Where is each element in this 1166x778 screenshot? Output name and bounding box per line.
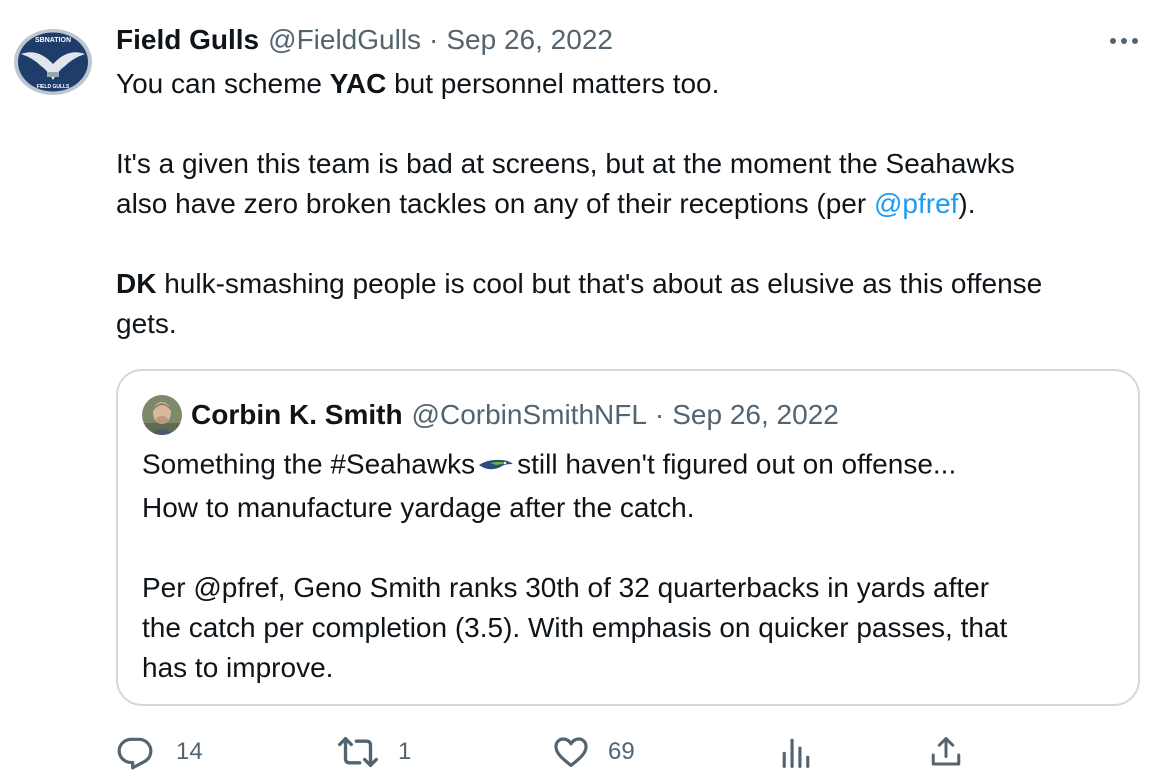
views-button[interactable] xyxy=(780,730,812,774)
share-icon xyxy=(931,737,961,766)
tweet-date[interactable]: Sep 26, 2022 xyxy=(446,24,613,56)
author-name[interactable]: Field Gulls xyxy=(116,24,259,56)
tweet-paragraph-3: DK hulk-smashing people is cool but that… xyxy=(116,268,1043,339)
author-handle[interactable]: @FieldGulls xyxy=(268,24,421,56)
retweet-button[interactable]: 1 xyxy=(338,730,411,774)
views-icon xyxy=(782,738,810,768)
quoted-line-1: Something the #Seahawks still haven't fig… xyxy=(142,444,1122,528)
more-options-button[interactable] xyxy=(1107,28,1141,54)
quoted-header-separator: · xyxy=(654,399,665,430)
quoted-author-avatar[interactable] xyxy=(142,395,182,435)
avatar-logo-bottom-text: FIELD GULLS xyxy=(37,84,70,90)
like-icon xyxy=(554,737,588,768)
quoted-tweet[interactable]: Corbin K. Smith @CorbinSmithNFL · Sep 26… xyxy=(116,369,1140,706)
tweet-header: Field Gulls @FieldGulls · Sep 26, 2022 xyxy=(116,22,613,58)
tweet-text: You can scheme YAC but personnel matters… xyxy=(116,64,1156,344)
author-avatar[interactable]: SBNATION FIELD GULLS xyxy=(13,28,93,96)
retweet-count: 1 xyxy=(398,738,412,765)
quoted-paragraph-2: Per @pfref, Geno Smith ranks 30th of 32 … xyxy=(142,572,1008,683)
tweet-paragraph-2: It's a given this team is bad at screens… xyxy=(116,148,1015,219)
retweet-icon xyxy=(338,737,378,767)
like-count: 69 xyxy=(608,738,635,765)
quoted-author-name[interactable]: Corbin K. Smith xyxy=(191,399,403,431)
reply-button[interactable]: 14 xyxy=(116,730,203,774)
seahawks-emoji-icon xyxy=(478,444,514,484)
mention-pfref[interactable]: @pfref xyxy=(874,188,958,219)
quoted-tweet-date[interactable]: Sep 26, 2022 xyxy=(672,399,839,431)
quoted-tweet-text: Something the #Seahawks still haven't fig… xyxy=(142,444,1122,688)
more-icon xyxy=(1110,38,1138,44)
quoted-author-handle[interactable]: @CorbinSmithNFL xyxy=(412,399,647,431)
action-bar: 14 1 69 xyxy=(116,730,1116,774)
tweet-paragraph-1: You can scheme YAC but personnel matters… xyxy=(116,68,720,99)
reply-icon xyxy=(117,737,153,770)
reply-count: 14 xyxy=(176,738,203,765)
share-button[interactable] xyxy=(928,730,964,774)
avatar-logo-top-text: SBNATION xyxy=(35,37,71,44)
bold-dk: DK xyxy=(116,268,157,299)
bold-yac: YAC xyxy=(329,68,387,99)
like-button[interactable]: 69 xyxy=(552,730,635,774)
header-separator: · xyxy=(429,24,439,55)
quoted-tweet-header: Corbin K. Smith @CorbinSmithNFL · Sep 26… xyxy=(142,395,839,435)
